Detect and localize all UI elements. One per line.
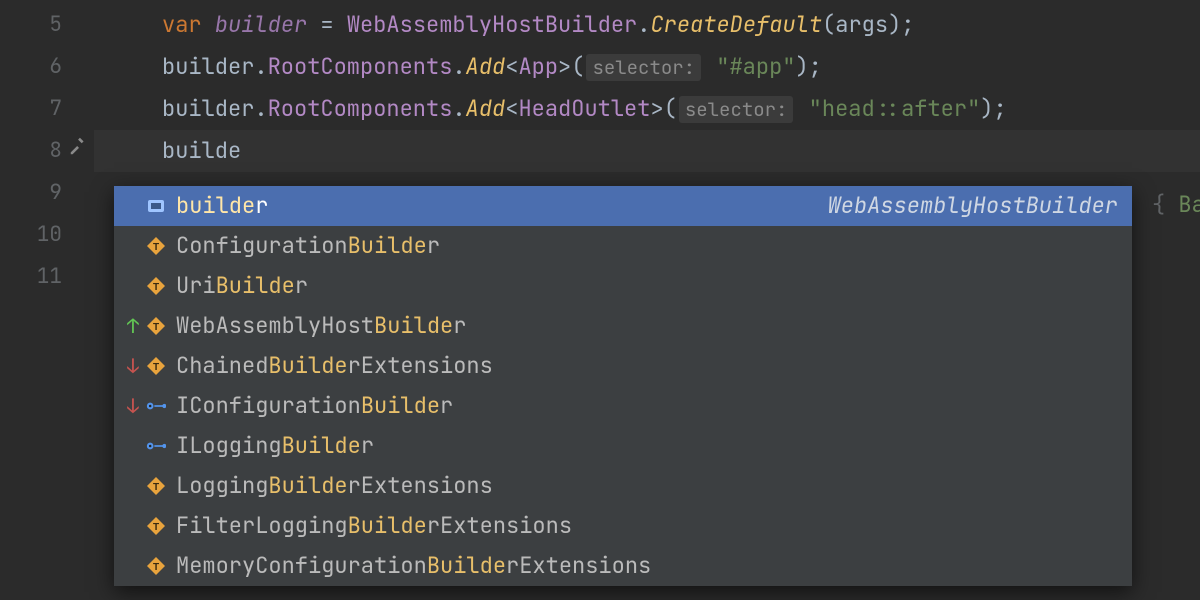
svg-text:T: T xyxy=(153,522,159,533)
line-number: 10 xyxy=(0,214,94,256)
class-icon: T xyxy=(146,556,166,576)
rank-up-icon: ↑ xyxy=(124,306,142,346)
line-number: 11 xyxy=(0,256,94,298)
completion-item[interactable]: ↑ T WebAssemblyHostBuilder xyxy=(114,306,1132,346)
completion-item[interactable]: ↓ T ChainedBuilderExtensions xyxy=(114,346,1132,386)
completion-label: ConfigurationBuilder xyxy=(176,226,440,266)
rank-down-icon: ↓ xyxy=(124,386,142,426)
class-icon: T xyxy=(146,516,166,536)
completion-label: UriBuilder xyxy=(176,266,308,306)
completion-label: WebAssemblyHostBuilder xyxy=(176,306,466,346)
line-number: 8 xyxy=(0,130,94,172)
interface-icon xyxy=(146,436,166,456)
completion-label: MemoryConfigurationBuilderExtensions xyxy=(176,546,651,586)
completion-item[interactable]: T MemoryConfigurationBuilderExtensions xyxy=(114,546,1132,586)
completion-item[interactable]: T LoggingBuilderExtensions xyxy=(114,466,1132,506)
code-line[interactable]: builder.RootComponents.Add<App>(selector… xyxy=(94,46,1200,88)
line-number: 5 xyxy=(0,4,94,46)
line-number: 6 xyxy=(0,46,94,88)
completion-type-hint: WebAssemblyHostBuilder xyxy=(828,186,1118,226)
line-number: 7 xyxy=(0,88,94,130)
rank-down-icon: ↓ xyxy=(124,346,142,386)
completion-item[interactable]: T UriBuilder xyxy=(114,266,1132,306)
class-icon: T xyxy=(146,356,166,376)
completion-popup[interactable]: builder WebAssemblyHostBuilder T Configurat… xyxy=(114,186,1132,586)
interface-icon xyxy=(146,396,166,416)
inline-suggestion: { Bas xyxy=(1152,190,1200,219)
completion-label: LoggingBuilderExtensions xyxy=(176,466,493,506)
completion-label: ChainedBuilderExtensions xyxy=(176,346,493,386)
build-action-icon[interactable] xyxy=(68,130,90,172)
class-icon: T xyxy=(146,236,166,256)
completion-label: FilterLoggingBuilderExtensions xyxy=(176,506,572,546)
completion-label: builder xyxy=(176,186,268,226)
completion-item[interactable]: ILoggingBuilder xyxy=(114,426,1132,466)
svg-text:T: T xyxy=(153,362,159,373)
parameter-hint: selector: xyxy=(679,96,794,123)
class-icon: T xyxy=(146,276,166,296)
svg-text:T: T xyxy=(153,562,159,573)
line-number: 9 xyxy=(0,172,94,214)
svg-text:T: T xyxy=(153,322,159,333)
svg-text:T: T xyxy=(153,282,159,293)
completion-item[interactable]: ↓ IConfigurationBuilder xyxy=(114,386,1132,426)
code-line[interactable]: var builder = WebAssemblyHostBuilder.Cre… xyxy=(94,4,1200,46)
completion-item[interactable]: T ConfigurationBuilder xyxy=(114,226,1132,266)
code-editor[interactable]: 5 6 7 8 9 10 11 var builder = WebAssembl… xyxy=(0,0,1200,600)
completion-label: ILoggingBuilder xyxy=(176,426,374,466)
parameter-hint: selector: xyxy=(586,54,701,81)
code-line[interactable]: builder.RootComponents.Add<HeadOutlet>(s… xyxy=(94,88,1200,130)
variable-icon xyxy=(146,196,166,216)
line-number-gutter: 5 6 7 8 9 10 11 xyxy=(0,0,94,600)
class-icon: T xyxy=(146,476,166,496)
class-icon: T xyxy=(146,316,166,336)
completion-item[interactable]: T FilterLoggingBuilderExtensions xyxy=(114,506,1132,546)
svg-text:T: T xyxy=(153,482,159,493)
completion-label: IConfigurationBuilder xyxy=(176,386,453,426)
svg-text:T: T xyxy=(153,242,159,253)
code-line-current[interactable]: builde xyxy=(94,130,1200,172)
completion-item[interactable]: builder WebAssemblyHostBuilder xyxy=(114,186,1132,226)
